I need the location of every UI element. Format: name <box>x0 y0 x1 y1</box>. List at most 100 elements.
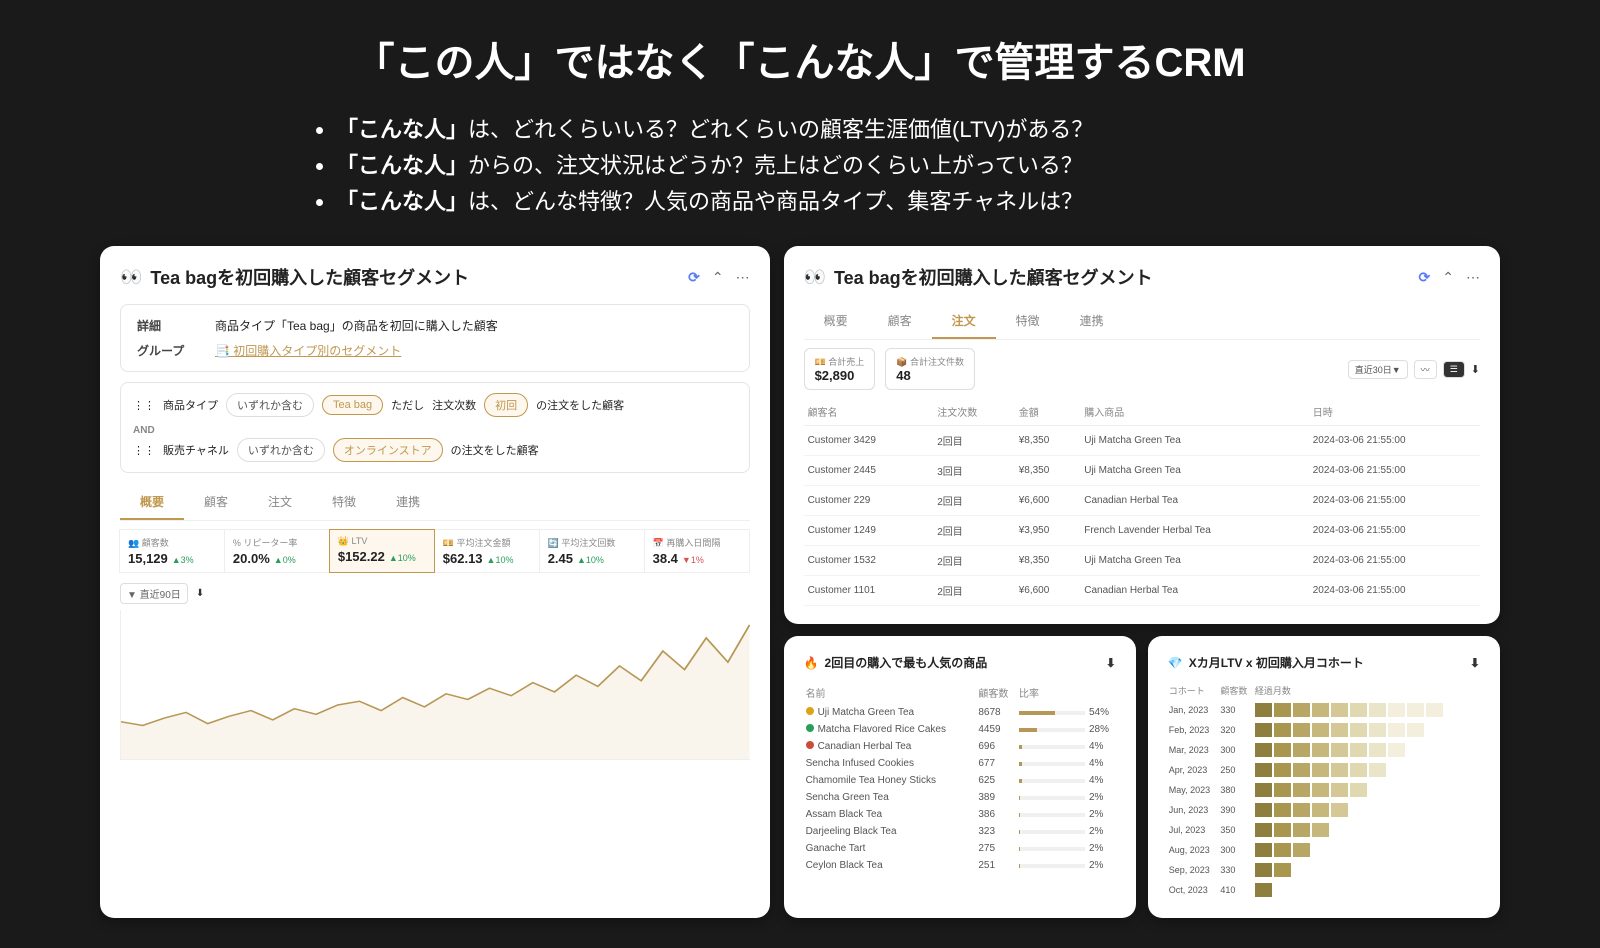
heat-cell <box>1255 783 1272 797</box>
heat-cell <box>1274 783 1291 797</box>
cohort-row[interactable]: Aug, 2023300 <box>1168 840 1480 860</box>
group-label: グループ <box>137 342 187 359</box>
heat-cell <box>1312 743 1329 757</box>
heat-cell <box>1274 703 1291 717</box>
collapse-icon[interactable]: ⌃ <box>1442 269 1454 286</box>
heat-cell <box>1350 703 1367 717</box>
period-select[interactable]: ▼ 直近90日 <box>120 583 188 604</box>
cohort-row[interactable]: Sep, 2023330 <box>1168 860 1480 880</box>
tab-特徴[interactable]: 特徴 <box>312 485 376 520</box>
period-chip[interactable]: 直近30日▼ <box>1348 360 1408 379</box>
heat-cell <box>1388 723 1405 737</box>
heat-cell <box>1388 743 1405 757</box>
heat-cell <box>1331 723 1348 737</box>
bullet-item: 「こんな人」からの、注文状況はどうか？売上はどのくらい上がっている？ <box>336 148 1300 180</box>
stat-cell[interactable]: 👥 顧客数15,129▲3% <box>119 529 225 573</box>
heat-cell <box>1255 703 1272 717</box>
cohort-row[interactable]: Oct, 2023410 <box>1168 880 1480 900</box>
cohort-row[interactable]: Apr, 2023250 <box>1168 760 1480 780</box>
heat-cell <box>1312 823 1329 837</box>
heat-cell <box>1312 763 1329 777</box>
table-row[interactable]: Sencha Green Tea3892% <box>804 789 1116 806</box>
cohort-row[interactable]: Feb, 2023320 <box>1168 720 1480 740</box>
group-link[interactable]: 📑 初回購入タイプ別のセグメント <box>215 342 401 359</box>
table-row[interactable]: Uji Matcha Green Tea867854% <box>804 704 1116 721</box>
stat-cell[interactable]: 💴 平均注文金額$62.13▲10% <box>434 529 540 573</box>
table-row[interactable]: Customer 11012回目¥6,600Canadian Herbal Te… <box>804 576 1480 606</box>
popular-products-card: 🔥 2回目の購入で最も人気の商品 ⬇ 名前顧客数比率 Uji Matcha Gr… <box>784 636 1136 918</box>
table-row[interactable]: Customer 2292回目¥6,600Canadian Herbal Tea… <box>804 486 1480 516</box>
collapse-icon[interactable]: ⌃ <box>712 269 724 286</box>
download-icon[interactable]: ⬇ <box>196 588 204 599</box>
col-header: 経過月数 <box>1254 681 1480 700</box>
cohort-row[interactable]: Jul, 2023350 <box>1168 820 1480 840</box>
heat-cell <box>1255 803 1272 817</box>
tab-注文[interactable]: 注文 <box>932 304 996 339</box>
stat-cell[interactable]: 👑 LTV$152.22▲10% <box>329 529 435 573</box>
cohort-row[interactable]: Mar, 2023300 <box>1168 740 1480 760</box>
table-row[interactable]: Canadian Herbal Tea6964% <box>804 738 1116 755</box>
stat-cell[interactable]: % リピーター率20.0%▲0% <box>224 529 330 573</box>
heat-cell <box>1350 743 1367 757</box>
filter-icon: ⋮⋮ <box>133 444 155 457</box>
cohort-card: 💎 Xカ月LTV x 初回購入月コホート ⬇ コホート顧客数経過月数 Jan, … <box>1148 636 1500 918</box>
stat-cell[interactable]: 📅 再購入日間隔38.4▼1% <box>644 529 750 573</box>
table-row[interactable]: Assam Black Tea3862% <box>804 806 1116 823</box>
more-icon[interactable]: ⋯ <box>1466 269 1480 286</box>
tab-顧客[interactable]: 顧客 <box>868 304 932 339</box>
table-row[interactable]: Customer 15322回目¥8,350Uji Matcha Green T… <box>804 546 1480 576</box>
table-row[interactable]: Chamomile Tea Honey Sticks6254% <box>804 772 1116 789</box>
cohort-title: Xカ月LTV x 初回購入月コホート <box>1189 654 1364 671</box>
filter2-tag-chip[interactable]: オンラインストア <box>333 438 443 462</box>
list-toggle-icon[interactable]: ☰ <box>1443 361 1465 378</box>
filter2-cond-chip[interactable]: いずれか含む <box>237 438 325 462</box>
tab-連携[interactable]: 連携 <box>376 485 440 520</box>
tab-概要[interactable]: 概要 <box>804 304 868 339</box>
tab-連携[interactable]: 連携 <box>1060 304 1124 339</box>
download-icon[interactable]: ⬇ <box>1106 656 1116 670</box>
tab-注文[interactable]: 注文 <box>248 485 312 520</box>
table-row[interactable]: Customer 24453回目¥8,350Uji Matcha Green T… <box>804 456 1480 486</box>
table-row[interactable]: Customer 34292回目¥8,350Uji Matcha Green T… <box>804 426 1480 456</box>
heat-cell <box>1293 763 1310 777</box>
filter-tag2-chip[interactable]: 初回 <box>484 393 528 417</box>
tab-特徴[interactable]: 特徴 <box>996 304 1060 339</box>
download-icon[interactable]: ⬇ <box>1471 363 1480 376</box>
heat-cell <box>1388 703 1405 717</box>
heat-cell <box>1369 703 1386 717</box>
filter-box: ⋮⋮ 商品タイプ いずれか含む Tea bag ただし 注文次数 初回 の注文を… <box>120 382 750 473</box>
heat-cell <box>1255 743 1272 757</box>
cohort-row[interactable]: Jan, 2023330 <box>1168 700 1480 720</box>
table-row[interactable]: Sencha Infused Cookies6774% <box>804 755 1116 772</box>
more-icon[interactable]: ⋯ <box>736 269 750 286</box>
heat-cell <box>1255 863 1272 877</box>
tab-概要[interactable]: 概要 <box>120 485 184 520</box>
tab-顧客[interactable]: 顧客 <box>184 485 248 520</box>
filter-cond-chip[interactable]: いずれか含む <box>226 393 314 417</box>
segment-title: Tea bagを初回購入した顧客セグメント <box>150 264 680 290</box>
segment-info-box: 詳細 商品タイプ「Tea bag」の商品を初回に購入した顧客 グループ 📑 初回… <box>120 304 750 372</box>
heat-cell <box>1255 763 1272 777</box>
chart-toggle-icon[interactable]: 〰 <box>1414 360 1437 379</box>
segment-tabs: 概要顧客注文特徴連携 <box>120 485 750 521</box>
table-row[interactable]: Ganache Tart2752% <box>804 840 1116 857</box>
table-row[interactable]: Matcha Flavored Rice Cakes445928% <box>804 721 1116 738</box>
stat-cell[interactable]: 🔄 平均注文回数2.45▲10% <box>539 529 645 573</box>
heat-cell <box>1293 823 1310 837</box>
refresh-icon[interactable]: ⟳ <box>1419 269 1431 286</box>
cohort-row[interactable]: Jun, 2023390 <box>1168 800 1480 820</box>
refresh-icon[interactable]: ⟳ <box>688 269 700 286</box>
table-row[interactable]: Darjeeling Black Tea3232% <box>804 823 1116 840</box>
heat-cell <box>1255 823 1272 837</box>
filter-tag-chip[interactable]: Tea bag <box>322 395 383 415</box>
heat-cell <box>1331 763 1348 777</box>
download-icon[interactable]: ⬇ <box>1470 656 1480 670</box>
table-row[interactable]: Ceylon Black Tea2512% <box>804 857 1116 874</box>
cohort-row[interactable]: May, 2023380 <box>1168 780 1480 800</box>
heat-cell <box>1369 743 1386 757</box>
heat-cell <box>1255 723 1272 737</box>
table-row[interactable]: Customer 12492回目¥3,950French Lavender He… <box>804 516 1480 546</box>
filter2-post: の注文をした顧客 <box>451 442 539 458</box>
fire-icon: 🔥 <box>804 656 819 670</box>
col-header <box>1087 681 1116 704</box>
